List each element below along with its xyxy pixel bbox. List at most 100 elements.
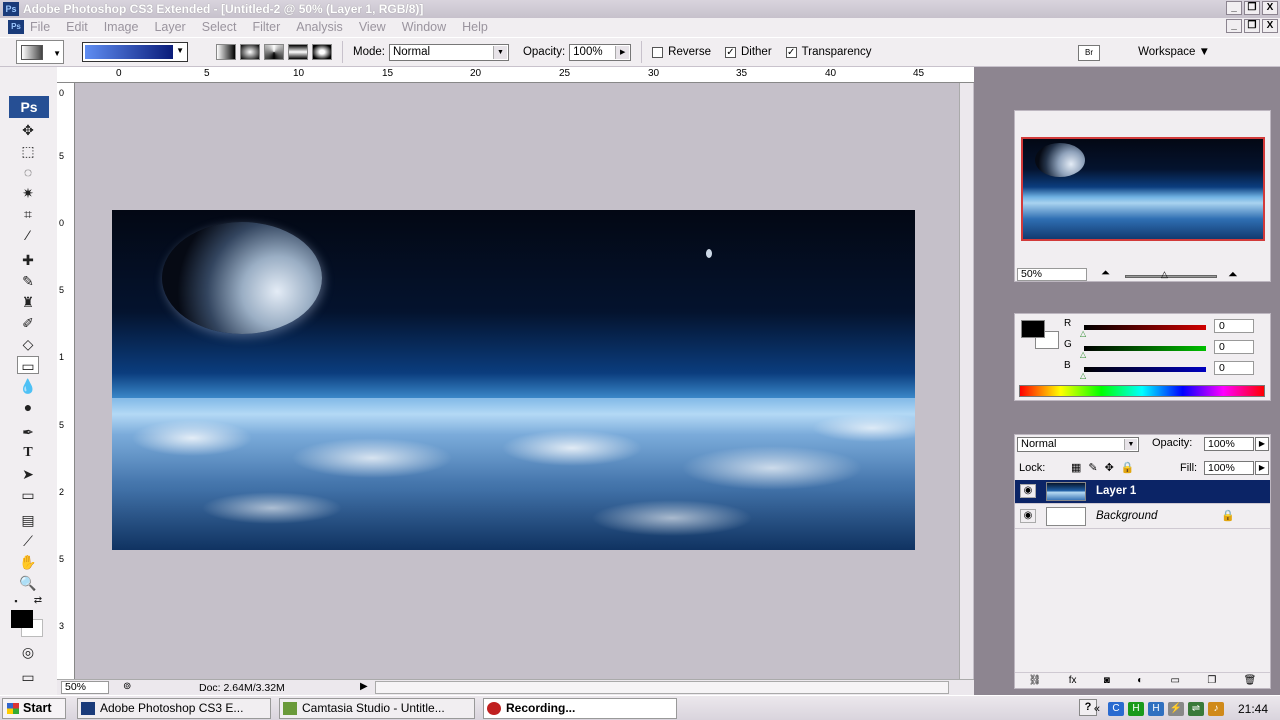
blue-value-field[interactable]: 0 [1214,361,1254,375]
menu-filter[interactable]: Filter [252,20,280,34]
menu-edit[interactable]: Edit [66,20,88,34]
bridge-icon[interactable]: Br [1078,45,1100,61]
diamond-gradient-button[interactable] [312,44,332,60]
vertical-ruler[interactable]: 0 5 0 5 1 5 2 5 3 [57,83,75,679]
taskbar-item-recording[interactable]: Recording... [483,698,677,719]
angle-gradient-button[interactable] [264,44,284,60]
color-fg-swatch[interactable] [1021,320,1045,338]
menu-window[interactable]: Window [402,20,446,34]
eyedropper-tool-icon[interactable]: ⟋ [17,532,39,550]
eye-icon[interactable]: ◉ [1020,484,1036,498]
document-icon[interactable]: Ps [8,20,24,34]
navigator-zoom-slider[interactable] [1125,275,1217,278]
hand-tool-icon[interactable]: ✋ [17,553,39,571]
doc-info[interactable]: Doc: 2.64M/3.32M [199,682,285,694]
foreground-color-swatch[interactable] [11,610,33,628]
network-tray-icon[interactable]: H [1127,701,1144,716]
rectangle-tool-icon[interactable]: ▭ [17,486,39,504]
vertical-scrollbar[interactable] [959,83,973,679]
move-tool-icon[interactable]: ✥ [17,121,39,139]
radial-gradient-button[interactable] [240,44,260,60]
slice-tool-icon[interactable]: ⁄ [17,226,39,244]
gradient-picker[interactable]: ▼ [82,42,188,62]
horizontal-scrollbar[interactable] [375,681,949,694]
zoom-field[interactable]: 50% [61,681,109,694]
layer-style-icon[interactable]: fx [1069,675,1077,686]
doc-minimize-button[interactable]: _ [1226,19,1242,33]
layer-row-layer-1[interactable]: ◉ Layer 1 [1015,480,1270,504]
dither-checkbox-box[interactable]: ✓ [724,46,736,58]
menu-select[interactable]: Select [202,20,237,34]
brush-tool-icon[interactable]: ✎ [17,272,39,290]
lock-image-pixels-icon[interactable]: ✎ [1088,461,1097,474]
zoom-out-icon[interactable]: ⏶ [1101,267,1110,280]
color-channel-g[interactable]: G △ 0 [1064,339,1274,359]
workspace-menu[interactable]: Workspace ▼ [1138,46,1210,58]
reverse-checkbox-box[interactable] [652,46,664,58]
menu-help[interactable]: Help [462,20,488,34]
marquee-tool-icon[interactable]: ⬚ [17,142,39,160]
navigator-thumbnail[interactable] [1021,137,1265,241]
type-tool-icon[interactable]: T [17,444,39,462]
history-brush-tool-icon[interactable]: ✐ [17,314,39,332]
info-icon[interactable]: ⊚ [123,681,131,692]
dodge-tool-icon[interactable]: ● [17,398,39,416]
lock-transparent-pixels-icon[interactable]: ▦ [1071,461,1081,474]
tool-preset-picker[interactable]: ▼ [16,40,64,64]
menu-analysis[interactable]: Analysis [296,20,343,34]
green-value-field[interactable]: 0 [1214,340,1254,354]
slider-triangle-icon[interactable]: △ [1080,329,1086,338]
doc-restore-button[interactable]: ❐ [1244,19,1260,33]
minimize-button[interactable]: _ [1226,1,1242,15]
color-channel-b[interactable]: B △ 0 [1064,360,1274,380]
layer-mask-icon[interactable]: ◙ [1104,675,1110,686]
start-button[interactable]: Start [2,698,66,719]
clone-stamp-tool-icon[interactable]: ♜ [17,293,39,311]
new-layer-icon[interactable]: ❐ [1207,675,1216,686]
safely-remove-tray-icon[interactable]: ⇌ [1187,701,1204,716]
gradient-tool-icon[interactable]: ▭ [17,356,39,374]
slider-triangle-icon[interactable]: △ [1080,371,1086,380]
zoom-slider-knob[interactable]: △ [1161,269,1168,280]
red-slider[interactable] [1084,325,1206,330]
chevron-right-icon[interactable]: ▶ [1255,461,1269,475]
color-spectrum-bar[interactable] [1019,385,1265,397]
opacity-field[interactable]: 100% ▶ [569,43,632,61]
layer-row-background[interactable]: ◉ Background 🔒 [1015,505,1270,529]
slider-triangle-icon[interactable]: △ [1080,350,1086,359]
pen-tool-icon[interactable]: ✒ [17,423,39,441]
doc-close-button[interactable]: X [1262,19,1278,33]
path-selection-tool-icon[interactable]: ➤ [17,465,39,483]
close-button[interactable]: X [1262,1,1278,15]
blur-tool-icon[interactable]: 💧 [17,377,39,395]
adjustment-layer-icon[interactable]: ◐ [1137,675,1143,686]
notes-tool-icon[interactable]: ▤ [17,511,39,529]
restore-button[interactable]: ❐ [1244,1,1260,15]
horizontal-ruler[interactable]: 0 5 10 15 20 25 30 35 40 45 [57,67,975,83]
eraser-tool-icon[interactable]: ◇ [17,335,39,353]
lasso-tool-icon[interactable]: ◌ [17,163,39,181]
ps-logo[interactable]: Ps [9,96,49,118]
screen-mode-icon[interactable]: ▭ [17,668,39,686]
healing-brush-tool-icon[interactable]: ✚ [17,251,39,269]
menu-file[interactable]: File [30,20,50,34]
reverse-checkbox[interactable]: Reverse [652,46,711,58]
taskbar-item-camtasia[interactable]: Camtasia Studio - Untitle... [279,698,475,719]
red-value-field[interactable]: 0 [1214,319,1254,333]
green-slider[interactable] [1084,346,1206,351]
fill-field[interactable]: 100% [1204,461,1254,475]
wireless-tray-icon[interactable]: ⚡ [1167,701,1184,716]
default-colors-icon[interactable]: ▪ [9,592,23,610]
reflected-gradient-button[interactable] [288,44,308,60]
link-layers-icon[interactable]: ⛓ [1029,675,1042,686]
blue-slider[interactable] [1084,367,1206,372]
status-menu-arrow-icon[interactable]: ▶ [360,681,368,692]
transparency-checkbox-box[interactable]: ✓ [785,46,797,58]
browser-tray-icon[interactable]: C [1107,701,1124,716]
lock-position-icon[interactable]: ✥ [1105,461,1114,474]
mode-select[interactable]: Normal ▼ [388,43,509,61]
tray-expand-icon[interactable]: « [1094,703,1100,715]
chevron-right-icon[interactable]: ▶ [1255,437,1269,451]
new-group-icon[interactable]: ▭ [1171,675,1180,686]
taskbar-item-photoshop[interactable]: Adobe Photoshop CS3 E... [77,698,271,719]
